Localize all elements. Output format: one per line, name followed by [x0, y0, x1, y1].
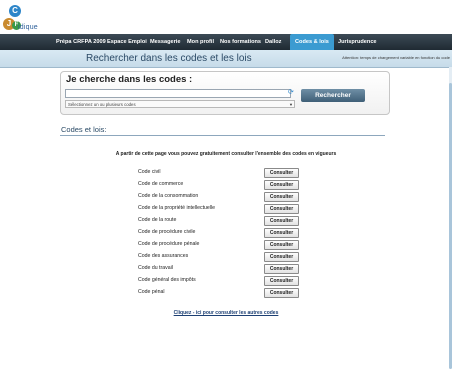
- nav-item-prepa[interactable]: Prépa CRFPA 2009: [56, 34, 106, 50]
- loading-warning: Attention: temps de chargement variable …: [342, 55, 450, 60]
- consult-button[interactable]: Consulter: [264, 216, 299, 226]
- code-name: Code pénal: [138, 289, 165, 295]
- codes-section-title: Codes et lois:: [61, 125, 107, 134]
- search-label: Je cherche dans les codes :: [66, 74, 193, 85]
- section-divider: [60, 135, 385, 136]
- nav-item-profil[interactable]: Mon profil: [187, 34, 214, 50]
- page-header: Rechercher dans les codes et les lois At…: [0, 50, 452, 68]
- consult-button[interactable]: Consulter: [264, 276, 299, 286]
- code-row: Code de la route Consulter: [138, 216, 299, 226]
- consult-button[interactable]: Consulter: [264, 252, 299, 262]
- code-row: Code de procédure civile Consulter: [138, 228, 299, 238]
- code-name: Code du travail: [138, 265, 173, 271]
- consult-button[interactable]: Consulter: [264, 192, 299, 202]
- page-title: Rechercher dans les codes et les lois: [86, 53, 252, 64]
- code-row: Code civil Consulter: [138, 168, 299, 178]
- nav-item-dalloz[interactable]: Dalloz: [265, 34, 281, 50]
- code-name: Code de procédure pénale: [138, 241, 200, 247]
- consult-button[interactable]: Consulter: [264, 240, 299, 250]
- consult-button[interactable]: Consulter: [264, 168, 299, 178]
- code-name: Code de la consommation: [138, 193, 199, 199]
- site-logo[interactable]: C J F idique: [2, 3, 62, 33]
- code-name: Code de la propriété intellectuelle: [138, 205, 215, 211]
- nav-item-codes-lois[interactable]: Codes & lois: [290, 34, 334, 50]
- search-input[interactable]: [65, 89, 291, 98]
- code-row: Code de procédure pénale Consulter: [138, 240, 299, 250]
- code-row: Code du travail Consulter: [138, 264, 299, 274]
- code-name: Code de commerce: [138, 181, 184, 187]
- nav-item-emploi[interactable]: Espace Emploi: [107, 34, 147, 50]
- consult-button[interactable]: Consulter: [264, 180, 299, 190]
- code-search-panel: Je cherche dans les codes : ⟳ Sélectionn…: [60, 71, 390, 115]
- nav-item-formations[interactable]: Nos formations: [220, 34, 261, 50]
- code-row: Code des assurances Consulter: [138, 252, 299, 262]
- code-row: Code pénal Consulter: [138, 288, 299, 298]
- code-row: Code de la propriété intellectuelle Cons…: [138, 204, 299, 214]
- codes-intro: A partir de cette page vous pouvez gratu…: [115, 151, 337, 157]
- code-select-value: Sélectionnez un ou plusieurs codes: [68, 102, 136, 107]
- code-select[interactable]: Sélectionnez un ou plusieurs codes ▼: [65, 100, 295, 108]
- nav-item-jurisprudence[interactable]: Jurisprudence: [338, 34, 377, 50]
- consult-button[interactable]: Consulter: [264, 228, 299, 238]
- chevron-down-icon: ▼: [289, 102, 293, 107]
- code-row: Code général des impôts Consulter: [138, 276, 299, 286]
- other-codes-link[interactable]: Cliquez - ici pour consulter les autres …: [0, 310, 452, 316]
- logo-word: idique: [18, 24, 38, 31]
- code-name: Code des assurances: [138, 253, 189, 259]
- nav-item-messagerie[interactable]: Messagerie: [150, 34, 180, 50]
- code-name: Code général des impôts: [138, 277, 196, 283]
- consult-button[interactable]: Consulter: [264, 288, 299, 298]
- refresh-icon[interactable]: ⟳: [288, 88, 294, 96]
- logo-letter-c: C: [9, 5, 21, 17]
- search-button[interactable]: Rechercher: [301, 89, 365, 102]
- main-nav: Prépa CRFPA 2009 Espace Emploi Messageri…: [0, 34, 452, 50]
- code-row: Code de la consommation Consulter: [138, 192, 299, 202]
- consult-button[interactable]: Consulter: [264, 204, 299, 214]
- code-name: Code de la route: [138, 217, 177, 223]
- consult-button[interactable]: Consulter: [264, 264, 299, 274]
- code-row: Code de commerce Consulter: [138, 180, 299, 190]
- code-name: Code de procédure civile: [138, 229, 196, 235]
- code-name: Code civil: [138, 169, 161, 175]
